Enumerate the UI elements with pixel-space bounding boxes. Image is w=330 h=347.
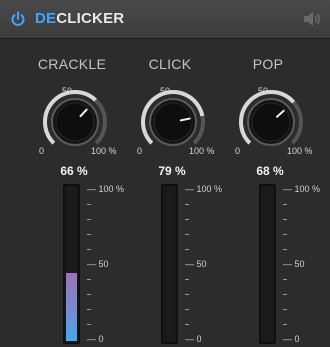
knob-max-label: 100 % <box>287 146 313 156</box>
meter-fill <box>66 273 77 341</box>
knob-min-label: 0 <box>39 146 45 156</box>
knob-mid-label: 50 <box>62 86 73 96</box>
meter-tick <box>87 249 91 250</box>
declicker-panel: DECLICKER CRACKLE 50 0 100 % 66 % — 100 … <box>0 0 330 347</box>
meter-tick <box>185 249 189 250</box>
meter-tick <box>185 204 189 205</box>
meter-tick <box>87 309 91 310</box>
meter-tick <box>185 309 189 310</box>
meter-tick <box>283 249 287 250</box>
meter-tick <box>185 324 189 325</box>
meter-tick <box>87 219 91 220</box>
plugin-title: DECLICKER <box>35 10 124 27</box>
meter-tick <box>283 324 287 325</box>
pop-meter <box>259 184 276 344</box>
meter-scale-label-bottom: — 0 <box>87 334 104 344</box>
section-label: POP <box>252 56 284 72</box>
meter-tick <box>283 204 287 205</box>
knob-cap <box>251 102 291 142</box>
meter-tick <box>283 294 287 295</box>
crackle-meter <box>63 184 80 344</box>
title-prefix: DE <box>35 10 57 27</box>
knob-value: 68 % <box>256 164 284 178</box>
section-click: CLICK 50 0 100 % 79 % — 100 % — 50— 0 <box>110 38 222 347</box>
knob-value: 66 % <box>60 164 88 178</box>
meter-tick <box>283 234 287 235</box>
meter-tick <box>185 219 189 220</box>
meter-tick <box>87 234 91 235</box>
meter-tick <box>87 204 91 205</box>
meter-scale-label-bottom: — 0 <box>185 334 202 344</box>
knob-min-label: 0 <box>235 146 241 156</box>
meter-tick <box>283 219 287 220</box>
click-meter <box>161 184 178 344</box>
meter-tick <box>185 294 189 295</box>
meter-tick <box>87 279 91 280</box>
meter-scale-label-top: — 100 % <box>283 184 321 194</box>
meter-tick <box>283 309 287 310</box>
knob-cap <box>153 102 193 142</box>
meter-tick <box>283 279 287 280</box>
meter-tick <box>87 324 91 325</box>
meter-scale-label-mid: — 50 <box>283 259 305 269</box>
section-pop: POP 50 0 100 % 68 % — 100 % — 50 — 0 <box>208 38 320 347</box>
title-rest: CLICKER <box>56 10 125 27</box>
meter-tick <box>185 279 189 280</box>
knob-mid-label: 50 <box>160 86 171 96</box>
meter-tick <box>185 234 189 235</box>
knob-min-label: 0 <box>137 146 143 156</box>
meter-scale: — 100 % — 50 — 0 <box>283 184 328 344</box>
meter-scale-label-mid: — 50 <box>87 259 109 269</box>
meter-scale-label-bottom: — 0 <box>283 334 300 344</box>
section-crackle: CRACKLE 50 0 100 % 66 % — 100 % — 50— 0 <box>12 38 124 347</box>
header-bar: DECLICKER <box>0 0 330 39</box>
meter-scale-label-mid: — 50 <box>185 259 207 269</box>
power-icon[interactable] <box>10 11 26 27</box>
speaker-icon[interactable] <box>302 10 322 28</box>
knob-value: 79 % <box>158 164 186 178</box>
knob-mid-label: 50 <box>258 86 269 96</box>
knob-cap <box>55 102 95 142</box>
meter-tick <box>87 294 91 295</box>
